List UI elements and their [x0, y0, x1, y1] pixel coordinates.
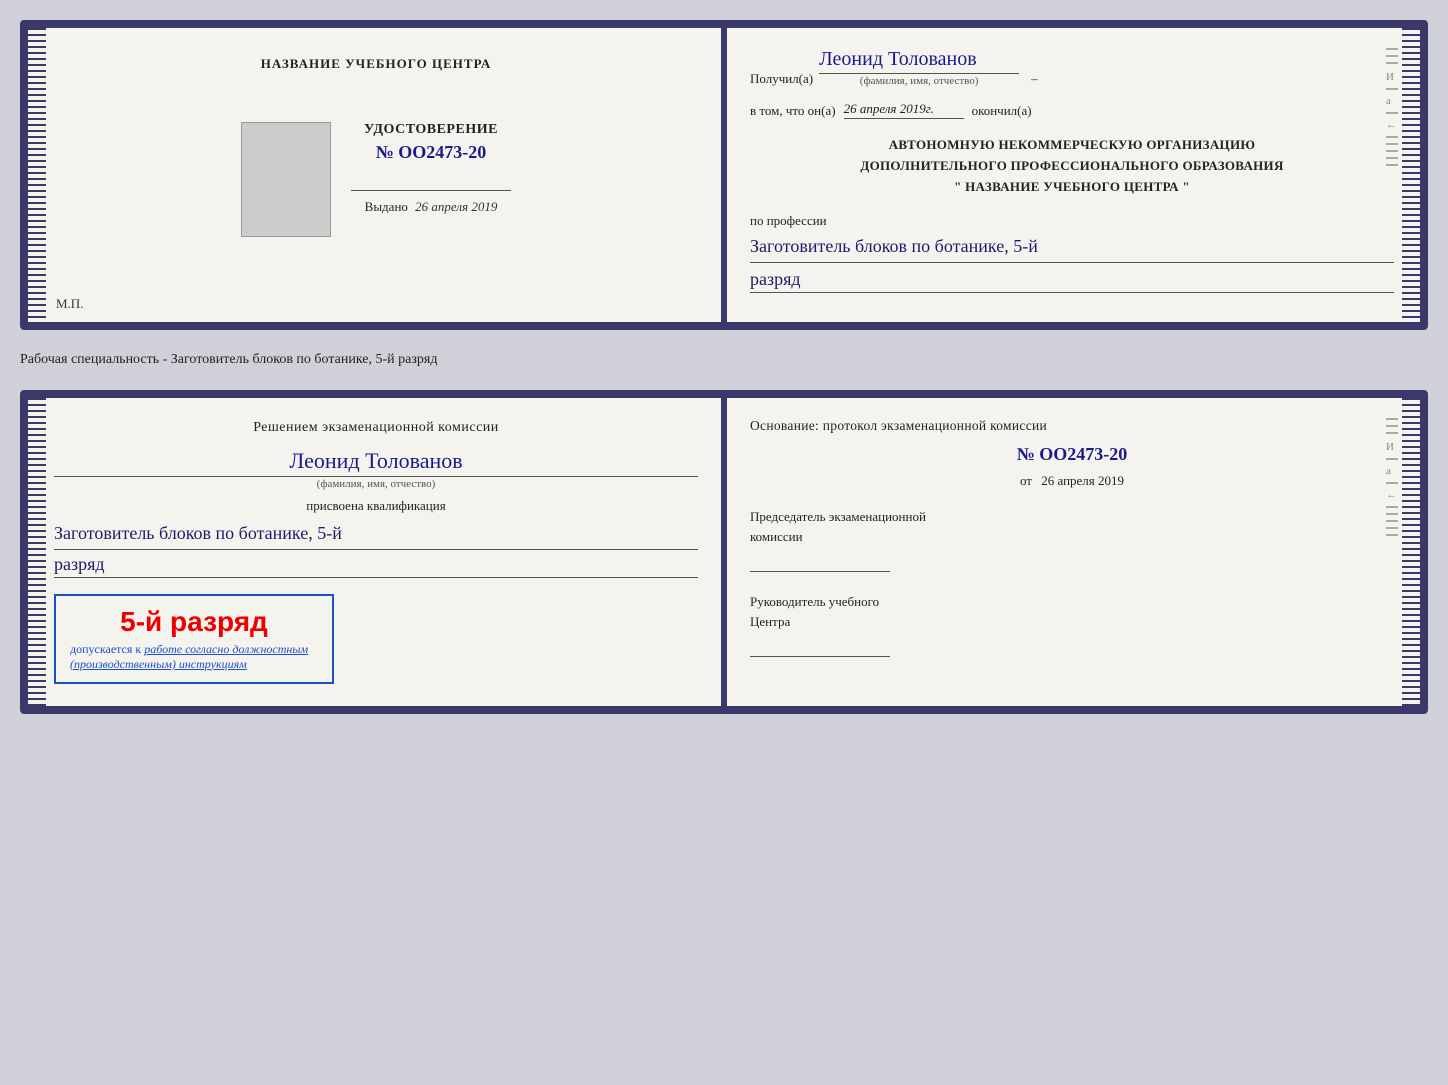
fio-sublabel-lower: (фамилия, имя, отчество) — [54, 478, 698, 490]
predsedatel-block: Председатель экзаменационной комиссии — [750, 507, 1394, 572]
ot-line: от 26 апреля 2019 — [750, 473, 1394, 489]
recipient-name-lower: Леонид Толованов — [54, 448, 698, 477]
rukovoditel-line1: Руководитель учебного — [750, 592, 1394, 612]
vydano-line: Выдано 26 апреля 2019 — [351, 199, 511, 215]
profession-lower: Заготовитель блоков по ботанике, 5-й — [54, 520, 698, 550]
prisvoena-text: присвоена квалификация — [54, 498, 698, 514]
vydano-date: 26 апреля 2019 — [415, 199, 497, 214]
razryad-lower: разряд — [54, 554, 698, 578]
upper-doc-left: НАЗВАНИЕ УЧЕБНОГО ЦЕНТРА УДОСТОВЕРЕНИЕ №… — [28, 28, 724, 322]
signature-line — [351, 171, 511, 191]
razryad-upper: разряд — [750, 269, 1394, 293]
profession-upper: Заготовитель блоков по ботанике, 5-й — [750, 233, 1394, 263]
fio-sublabel-upper: (фамилия, имя, отчество) — [819, 75, 1019, 87]
vtom-date: 26 апреля 2019г. — [844, 101, 964, 119]
stamp-box: 5-й разряд допускается к работе согласно… — [54, 594, 334, 684]
proto-number: № OO2473-20 — [750, 444, 1394, 465]
lower-doc-right: Основание: протокол экзаменационной коми… — [724, 398, 1420, 706]
udostoverenie-block: УДОСТОВЕРЕНИЕ № OO2473-20 Выдано 26 апре… — [351, 122, 511, 215]
lower-name-line: Леонид Толованов (фамилия, имя, отчество… — [54, 448, 698, 490]
vydano-label: Выдано — [365, 199, 408, 214]
vtom-label: в том, что он(а) — [750, 103, 836, 119]
photo-placeholder — [241, 122, 331, 237]
deco-arrow: ← — [1386, 119, 1398, 131]
poluchil-line: Получил(а) Леонид Толованов (фамилия, им… — [750, 48, 1394, 87]
osnovanie-title: Основание: протокол экзаменационной коми… — [750, 418, 1394, 434]
predsedatel-line1: Председатель экзаменационной — [750, 507, 1394, 527]
udostoverenie-number: № OO2473-20 — [351, 142, 511, 163]
mp-label: М.П. — [56, 296, 83, 312]
stamp-dopusk: допускается к работе согласно должностны… — [70, 642, 318, 672]
lower-document: Решением экзаменационной комиссии Леонид… — [20, 390, 1428, 714]
stamp-grade: 5-й разряд — [70, 606, 318, 638]
upper-document: НАЗВАНИЕ УЧЕБНОГО ЦЕНТРА УДОСТОВЕРЕНИЕ №… — [20, 20, 1428, 330]
org-line1: АВТОНОМНУЮ НЕКОММЕРЧЕСКУЮ ОРГАНИЗАЦИЮ — [750, 135, 1394, 156]
page-wrapper: НАЗВАНИЕ УЧЕБНОГО ЦЕНТРА УДОСТОВЕРЕНИЕ №… — [20, 20, 1428, 714]
dash-separator: – — [1031, 71, 1038, 87]
recipient-name-upper: Леонид Толованов — [819, 48, 1019, 74]
lower-doc-left: Решением экзаменационной комиссии Леонид… — [28, 398, 724, 706]
resheniem-text: Решением экзаменационной комиссии — [54, 418, 698, 438]
deco-a-lower: а — [1386, 465, 1398, 477]
upper-doc-right: Получил(а) Леонид Толованов (фамилия, им… — [724, 28, 1420, 322]
po-professii-label: по профессии — [750, 213, 1394, 229]
deco-i-lower: И — [1386, 441, 1398, 453]
ot-date: 26 апреля 2019 — [1041, 473, 1124, 488]
upper-center-name: НАЗВАНИЕ УЧЕБНОГО ЦЕНТРА — [261, 56, 492, 72]
deco-i: И — [1386, 71, 1398, 83]
udostoverenie-title: УДОСТОВЕРЕНИЕ — [351, 122, 511, 138]
vtom-line: в том, что он(а) 26 апреля 2019г. окончи… — [750, 101, 1394, 119]
predsedatel-line2: комиссии — [750, 527, 1394, 547]
rukovoditel-sig-line — [750, 637, 890, 657]
rukovoditel-line2: Центра — [750, 612, 1394, 632]
v-dashes-lower: И а ← — [1386, 418, 1398, 536]
v-dashes-upper: И а ← — [1386, 48, 1398, 166]
okonchil-label: окончил(а) — [972, 103, 1032, 119]
org-name: " НАЗВАНИЕ УЧЕБНОГО ЦЕНТРА " — [750, 177, 1394, 198]
deco-a: а — [1386, 95, 1398, 107]
rukovoditel-block: Руководитель учебного Центра — [750, 592, 1394, 657]
ot-label: от — [1020, 473, 1032, 488]
po-professii-block: по профессии Заготовитель блоков по бота… — [750, 213, 1394, 293]
predsedatel-sig-line — [750, 552, 890, 572]
org-block: АВТОНОМНУЮ НЕКОММЕРЧЕСКУЮ ОРГАНИЗАЦИЮ ДО… — [750, 135, 1394, 197]
deco-arrow-lower: ← — [1386, 489, 1398, 501]
poluchil-label: Получил(а) — [750, 71, 813, 87]
specialty-label: Рабочая специальность - Заготовитель бло… — [20, 348, 1428, 372]
dopusk-text: допускается к — [70, 642, 144, 656]
org-line2: ДОПОЛНИТЕЛЬНОГО ПРОФЕССИОНАЛЬНОГО ОБРАЗО… — [750, 156, 1394, 177]
